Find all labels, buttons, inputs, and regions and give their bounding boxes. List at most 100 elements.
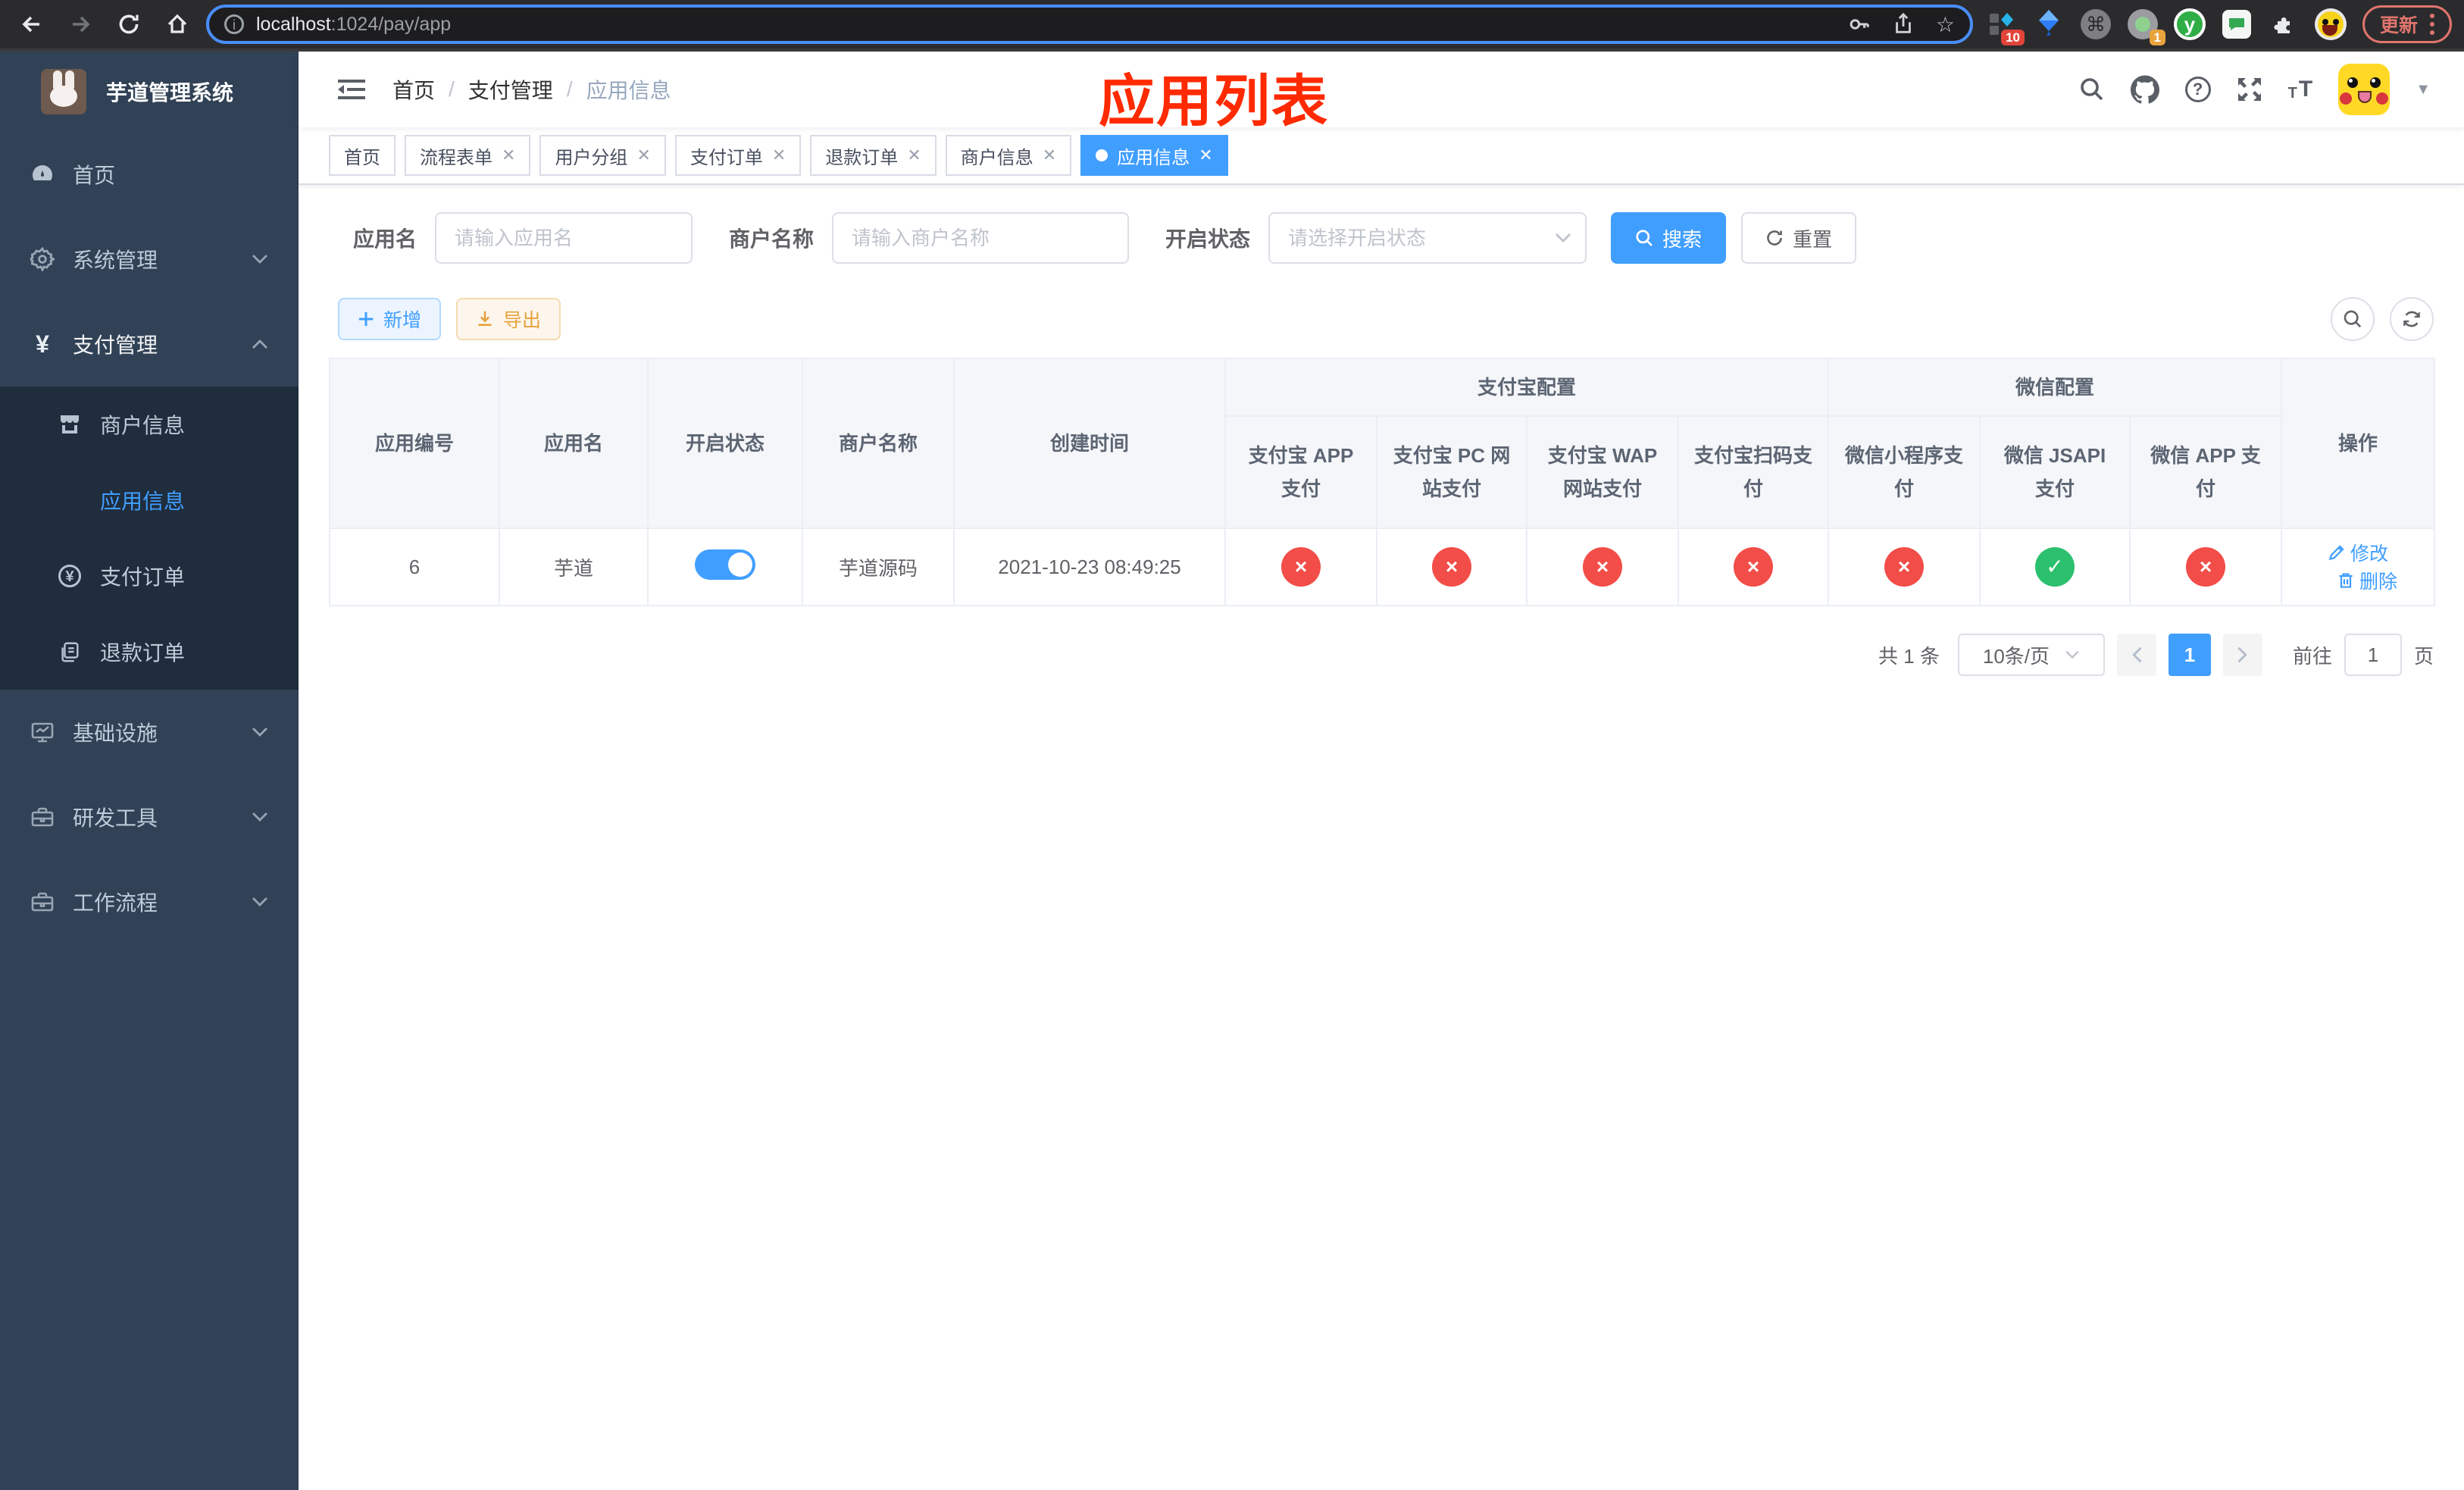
toggle-search-button[interactable] xyxy=(2331,297,2375,341)
extensions-puzzle-icon[interactable] xyxy=(2267,8,2300,41)
grid-icon xyxy=(58,488,82,512)
extension-icon[interactable] xyxy=(2032,8,2065,41)
sidebar-item-payment[interactable]: ¥ 支付管理 xyxy=(0,302,299,387)
tab-process-form[interactable]: 流程表单 ✕ xyxy=(405,135,531,176)
goto-page-input[interactable] xyxy=(2344,634,2402,676)
user-menu-caret-icon[interactable]: ▼ xyxy=(2416,81,2431,99)
extension-badge: 10 xyxy=(2001,30,2025,45)
col-header-alipay-qrcode: 支付宝扫码支付 xyxy=(1677,415,1830,529)
col-header-alipay-app: 支付宝 APP 支付 xyxy=(1224,415,1377,529)
tab-refund-orders[interactable]: 退款订单 ✕ xyxy=(810,135,937,176)
close-icon[interactable]: ✕ xyxy=(907,146,921,165)
app-name-label: 应用名 xyxy=(353,227,417,251)
site-info-icon[interactable]: i xyxy=(224,14,244,34)
export-button[interactable]: 导出 xyxy=(456,298,561,340)
add-button[interactable]: 新增 xyxy=(338,298,442,340)
help-icon[interactable]: ? xyxy=(2184,77,2211,102)
refresh-button[interactable] xyxy=(2390,297,2434,341)
url-text: localhost:1024/pay/app xyxy=(256,13,452,35)
password-key-icon[interactable] xyxy=(1848,13,1871,36)
delete-button[interactable]: 删除 xyxy=(2337,567,2397,594)
col-header-wechat-miniapp: 微信小程序支付 xyxy=(1828,415,1981,529)
app-logo[interactable]: 芋道管理系统 xyxy=(0,52,299,132)
browser-menu-icon[interactable] xyxy=(2430,14,2434,35)
tab-merchant-info[interactable]: 商户信息 ✕ xyxy=(945,135,1072,176)
merchant-name-label: 商户名称 xyxy=(729,227,815,251)
sidebar-item-app-info[interactable]: 应用信息 xyxy=(0,462,299,538)
close-icon[interactable]: ✕ xyxy=(1199,146,1212,165)
sidebar-collapse-icon[interactable] xyxy=(338,77,365,102)
fullscreen-icon[interactable] xyxy=(2237,77,2262,102)
breadcrumb-home[interactable]: 首页 xyxy=(392,74,435,105)
extension-badge: 1 xyxy=(2149,30,2165,45)
user-avatar[interactable] xyxy=(2338,64,2391,115)
profile-avatar-icon[interactable] xyxy=(2314,8,2347,41)
extension-icon[interactable]: 10 xyxy=(1985,8,2025,45)
sidebar-item-system[interactable]: 系统管理 xyxy=(0,217,299,302)
app-title: 芋道管理系统 xyxy=(106,81,234,105)
next-page-button[interactable] xyxy=(2222,634,2262,676)
extension-icon[interactable]: 1 xyxy=(2126,8,2165,45)
browser-home-button[interactable] xyxy=(158,5,197,44)
tab-pay-orders[interactable]: 支付订单 ✕ xyxy=(674,135,802,176)
sidebar-item-pay-orders[interactable]: ¥ 支付订单 xyxy=(0,538,299,614)
alipay-qrcode-status-icon: × xyxy=(1734,547,1773,587)
page-content: 应用名 商户名称 开启状态 搜索 xyxy=(299,212,2464,676)
app-name-input[interactable] xyxy=(435,212,693,264)
share-icon[interactable] xyxy=(1892,13,1915,36)
tab-app-info[interactable]: 应用信息 ✕ xyxy=(1080,135,1228,176)
close-icon[interactable]: ✕ xyxy=(772,146,786,165)
wechat-app-status-icon: × xyxy=(2186,547,2226,587)
status-select[interactable] xyxy=(1268,212,1587,264)
bookmark-star-icon[interactable]: ☆ xyxy=(1936,12,1955,37)
document-icon xyxy=(58,640,82,664)
group-header-alipay: 支付宝配置 xyxy=(1224,358,1830,417)
browser-update-button[interactable]: 更新 xyxy=(2362,5,2452,43)
top-navbar: 首页 / 支付管理 / 应用信息 ? T T ▼ xyxy=(299,52,2464,127)
col-header-status: 开启状态 xyxy=(647,358,803,529)
tab-home[interactable]: 首页 xyxy=(329,135,396,176)
page-number-1[interactable]: 1 xyxy=(2168,634,2211,676)
breadcrumb-payment[interactable]: 支付管理 xyxy=(468,74,553,105)
chevron-down-icon xyxy=(252,254,268,265)
extension-icon[interactable]: ⌘ xyxy=(2079,8,2112,41)
edit-button[interactable]: 修改 xyxy=(2328,539,2388,566)
alipay-pc-status-icon: × xyxy=(1432,547,1471,587)
dashboard-icon xyxy=(30,162,55,186)
reset-button[interactable]: 重置 xyxy=(1741,212,1857,264)
close-icon[interactable]: ✕ xyxy=(636,146,650,165)
merchant-name-input[interactable] xyxy=(832,212,1130,264)
cell-app-id: 6 xyxy=(329,527,500,606)
sidebar-item-merchant-info[interactable]: 商户信息 xyxy=(0,387,299,462)
sidebar-item-refund-orders[interactable]: 退款订单 xyxy=(0,614,299,690)
browser-reload-button[interactable] xyxy=(109,5,149,44)
page-size-select[interactable]: 10条/页 xyxy=(1957,634,2105,676)
close-icon[interactable]: ✕ xyxy=(502,146,515,165)
extension-icon[interactable] xyxy=(2220,8,2253,41)
search-button[interactable]: 搜索 xyxy=(1611,212,1727,264)
prev-page-button[interactable] xyxy=(2116,634,2156,676)
toolbox-icon xyxy=(30,890,55,914)
total-count: 共 1 条 xyxy=(1878,644,1940,668)
col-header-created: 创建时间 xyxy=(953,358,1226,529)
font-size-icon[interactable]: TT xyxy=(2288,78,2313,102)
sidebar-item-workflow[interactable]: 工作流程 xyxy=(0,859,299,944)
sidebar-item-home[interactable]: 首页 xyxy=(0,132,299,217)
close-icon[interactable]: ✕ xyxy=(1043,146,1056,165)
shop-icon xyxy=(58,412,82,437)
col-header-wechat-app: 微信 APP 支付 xyxy=(2129,415,2283,529)
tags-view-bar: 首页 流程表单 ✕ 用户分组 ✕ 支付订单 ✕ 退款订单 ✕ 商户信息 ✕ 应用信息 ✕ xyxy=(299,127,2464,185)
browser-forward-button[interactable] xyxy=(61,5,100,44)
status-toggle[interactable] xyxy=(695,549,755,580)
monitor-icon xyxy=(30,720,55,744)
tab-user-group[interactable]: 用户分组 ✕ xyxy=(539,135,666,176)
browser-back-button[interactable] xyxy=(12,5,52,44)
col-header-app-id: 应用编号 xyxy=(329,358,500,529)
sidebar-item-dev-tools[interactable]: 研发工具 xyxy=(0,775,299,859)
address-bar[interactable]: i localhost:1024/pay/app ☆ xyxy=(206,5,1973,44)
sidebar-item-infrastructure[interactable]: 基础设施 xyxy=(0,690,299,775)
extension-icon[interactable]: y xyxy=(2173,8,2206,41)
github-icon[interactable] xyxy=(2130,75,2159,104)
col-header-alipay-pc: 支付宝 PC 网站支付 xyxy=(1376,415,1527,529)
header-search-icon[interactable] xyxy=(2079,77,2105,102)
